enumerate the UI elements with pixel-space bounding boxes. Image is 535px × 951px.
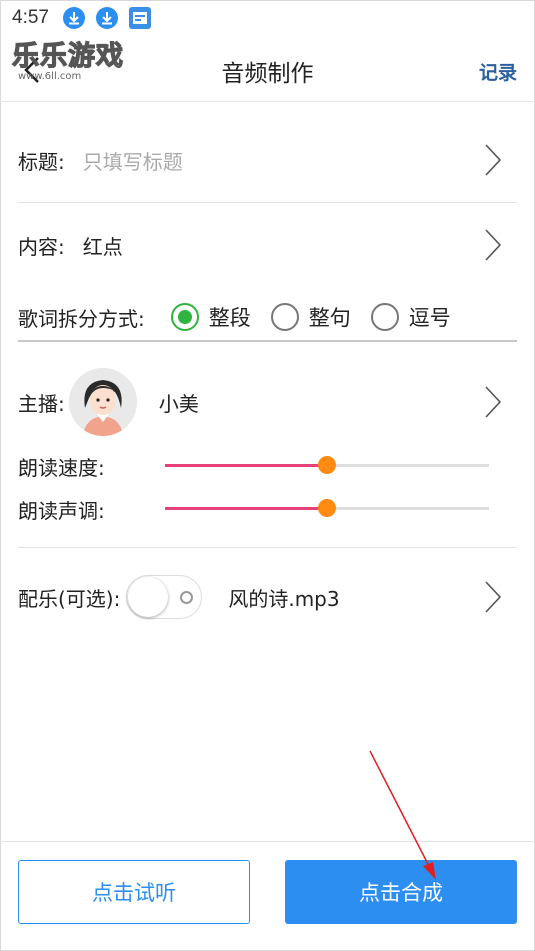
- record-link[interactable]: 记录: [479, 58, 517, 85]
- speed-slider[interactable]: [165, 456, 489, 474]
- radio-unchecked-icon: [370, 303, 399, 331]
- pitch-label: 朗读声调:: [18, 498, 105, 523]
- host-row[interactable]: 主播: 小美: [18, 367, 517, 437]
- divider: [18, 340, 517, 342]
- watermark-logo: 乐乐游戏 www.6ll.com: [11, 34, 132, 84]
- radio-label: 整段: [208, 306, 251, 330]
- news-app-icon: [128, 7, 151, 29]
- speed-slider-thumb[interactable]: [318, 456, 336, 474]
- radio-checked-icon: [170, 303, 199, 331]
- music-file[interactable]: 风的诗.mp3: [228, 583, 339, 612]
- speed-slider-fill: [165, 464, 327, 467]
- chevron-right-icon: [485, 229, 502, 261]
- download-icon: [95, 7, 118, 29]
- radio-option-comma[interactable]: 逗号: [370, 302, 451, 332]
- title-input[interactable]: 只填写标题: [83, 146, 183, 175]
- pitch-slider[interactable]: [165, 499, 489, 517]
- toggle-knob: [128, 577, 169, 617]
- divider: [18, 547, 517, 548]
- divider: [18, 202, 517, 203]
- radio-label: 逗号: [408, 306, 451, 330]
- compose-button[interactable]: 点击合成: [285, 860, 517, 924]
- pitch-slider-fill: [165, 507, 327, 510]
- avatar: [68, 368, 137, 436]
- chevron-right-icon: [485, 386, 502, 418]
- host-label: 主播:: [18, 391, 65, 416]
- pitch-slider-thumb[interactable]: [318, 499, 336, 517]
- watermark-title: 乐乐游戏: [11, 40, 124, 72]
- radio-option-sentence[interactable]: 整句: [270, 302, 351, 332]
- speed-row: 朗读速度:: [18, 450, 517, 482]
- music-label: 配乐(可选):: [18, 586, 121, 611]
- pitch-row: 朗读声调:: [18, 493, 517, 525]
- download-icon: [62, 7, 85, 29]
- split-mode-label: 歌词拆分方式:: [18, 306, 145, 331]
- status-bar: 4:57: [0, 0, 535, 36]
- content-row[interactable]: 内容: 红点: [18, 223, 517, 267]
- host-name: 小美: [158, 391, 199, 416]
- toggle-off-icon: [180, 591, 194, 604]
- bottom-action-bar: 点击试听 点击合成: [0, 841, 535, 951]
- preview-button[interactable]: 点击试听: [18, 860, 250, 924]
- radio-label: 整句: [308, 306, 351, 330]
- music-toggle[interactable]: [126, 575, 203, 619]
- chevron-right-icon: [485, 144, 502, 176]
- content-value[interactable]: 红点: [83, 231, 123, 260]
- split-mode-radio-group: 整段 整句 逗号: [170, 302, 451, 332]
- radio-unchecked-icon: [270, 303, 299, 331]
- status-time: 4:57: [12, 7, 49, 28]
- music-row[interactable]: 配乐(可选): 风的诗.mp3: [18, 574, 517, 620]
- title-label: 标题:: [18, 149, 65, 174]
- speed-label: 朗读速度:: [18, 455, 105, 480]
- split-mode-row: 歌词拆分方式: 整段 整句 逗号: [18, 296, 517, 338]
- radio-option-paragraph[interactable]: 整段: [170, 302, 251, 332]
- chevron-right-icon: [485, 581, 502, 613]
- title-row[interactable]: 标题: 只填写标题: [18, 138, 517, 182]
- content-label: 内容:: [18, 234, 65, 259]
